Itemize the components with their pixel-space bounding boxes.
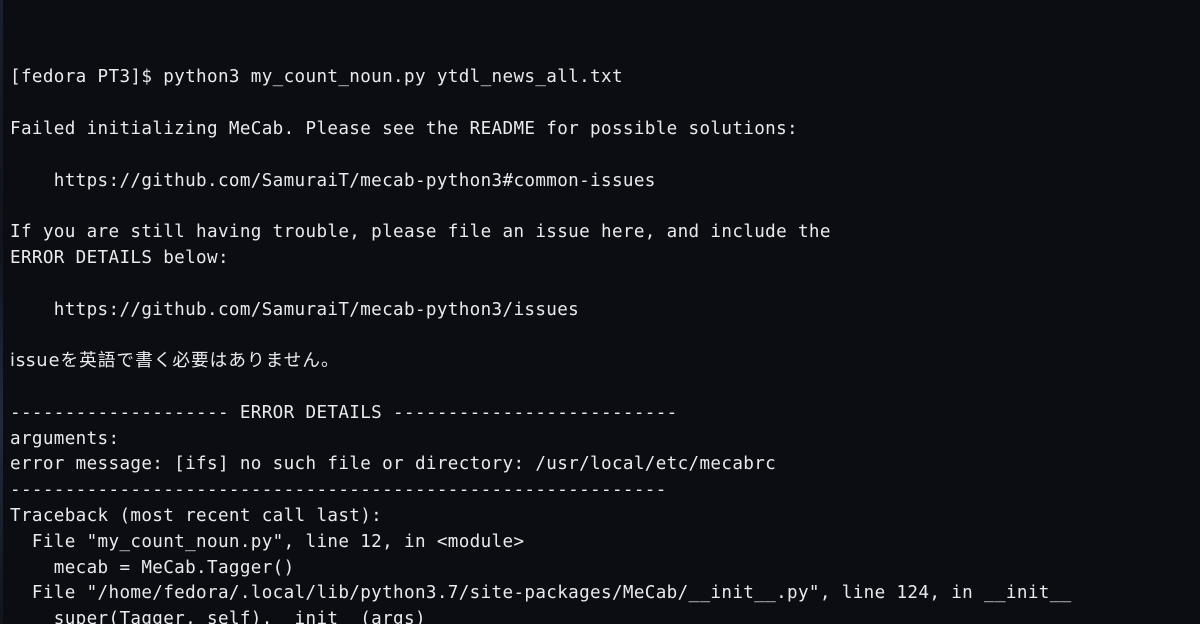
still-trouble-2: ERROR DETAILS below:	[10, 247, 229, 268]
prompt-line-top: [fedora PT3]$ python3 my_count_noun.py y…	[10, 67, 623, 88]
still-trouble-1: If you are still having trouble, please …	[10, 222, 831, 243]
terminal-window[interactable]: [fedora PT3]$ python3 my_count_noun.py y…	[0, 0, 1200, 624]
traceback-source-1: mecab = MeCab.Tagger()	[10, 557, 295, 578]
error-details-header: -------------------- ERROR DETAILS -----…	[10, 402, 678, 423]
blank-3	[10, 194, 1200, 220]
mecab-init-failure: Failed initializing MeCab. Please see th…	[10, 118, 798, 139]
blank-1	[10, 91, 1200, 117]
traceback-frame-2: File "/home/fedora/.local/lib/python3.7/…	[10, 583, 1072, 604]
url-common-issues: https://github.com/SamuraiT/mecab-python…	[10, 170, 656, 191]
terminal-line-list: [fedora PT3]$ python3 my_count_noun.py y…	[10, 65, 1200, 624]
japanese-note: issueを英語で書く必要はありません。	[10, 351, 340, 372]
arguments-label: arguments:	[10, 428, 120, 449]
traceback-source-2: super(Tagger, self).__init__(args)	[10, 609, 426, 624]
blank-5	[10, 323, 1200, 349]
url-issues: https://github.com/SamuraiT/mecab-python…	[10, 299, 580, 320]
error-message: error message: [ifs] no such file or dir…	[10, 454, 777, 475]
terminal-output-area[interactable]: [fedora PT3]$ python3 my_count_noun.py y…	[0, 0, 1200, 624]
traceback-header: Traceback (most recent call last):	[10, 505, 383, 526]
blank-4	[10, 272, 1200, 298]
traceback-frame-1: File "my_count_noun.py", line 12, in <mo…	[10, 531, 525, 552]
blank-6	[10, 375, 1200, 401]
error-details-footer: ----------------------------------------…	[10, 480, 667, 501]
blank-2	[10, 143, 1200, 169]
